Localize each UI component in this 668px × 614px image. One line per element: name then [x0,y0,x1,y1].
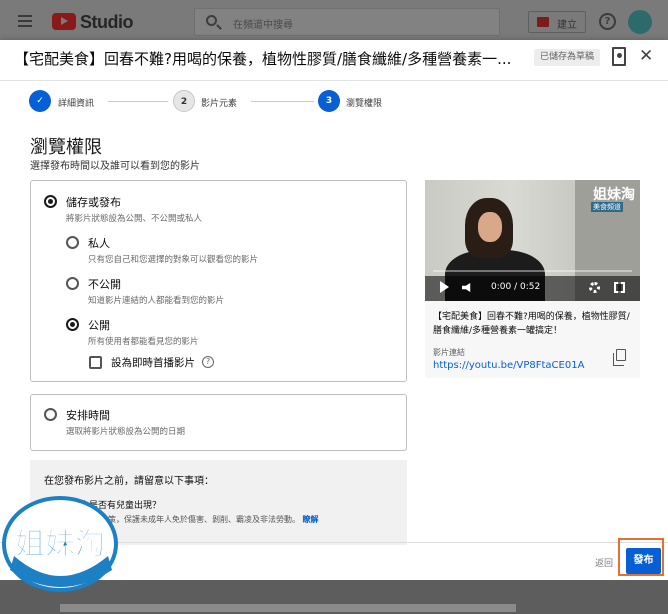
copy-icon[interactable] [613,349,626,366]
save-or-publish-label: 儲存或發布 [66,196,121,209]
radio-schedule[interactable] [44,408,57,421]
create-button[interactable]: 建立 [528,11,586,33]
video-link-label: 影片連結 [433,348,465,357]
create-label: 建立 [557,20,577,31]
menu-icon[interactable] [18,15,32,27]
fullscreen-icon[interactable] [614,282,625,293]
header-divider [0,80,668,81]
stepper-line [251,101,314,102]
step-elements-number[interactable]: 2 [173,90,195,112]
channel-search[interactable]: 在頻道中搜尋 [194,8,500,36]
step-details-label[interactable]: 詳細資訊 [58,96,94,109]
saved-draft-badge: 已儲存為草稿 [534,49,601,66]
step-visibility-number[interactable]: 3 [318,90,340,112]
youtube-logo-icon [52,13,76,30]
save-or-publish-card: 儲存或發布 將影片狀態設為公開、不公開或私人 私人 只有您自己和您選擇的對象可以… [30,180,407,382]
video-camera-icon [537,17,549,27]
private-desc: 只有您自己和您選擇的對象可以觀看您的影片 [88,255,259,265]
schedule-label: 安排時間 [66,409,110,422]
video-time: 0:00 / 0:52 [491,282,541,292]
radio-save-or-publish[interactable] [44,195,57,208]
radio-private[interactable] [66,236,79,249]
save-or-publish-desc: 將影片狀態設為公開、不公開或私人 [66,214,203,224]
copyright-alert-icon[interactable] [612,47,626,66]
notice-learn-more-link[interactable]: 瞭解 [303,515,319,524]
schedule-card: 安排時間 選取將影片狀態設為公開的日期 [30,394,407,451]
radio-unlisted[interactable] [66,277,79,290]
step-details-check-icon[interactable]: ✓ [29,90,51,112]
preview-video-title: 【宅配美食】回春不難?用喝的保養，植物性膠質/膳食纖維/多種營養素一罐搞定！ [433,312,630,336]
private-label: 私人 [88,237,110,250]
unlisted-desc: 知道影片連結的人都能看到您的影片 [88,296,225,306]
premiere-label: 設為即時首播影片 [111,357,195,369]
public-desc: 所有使用者都能看見您的影片 [88,337,199,347]
radio-public[interactable] [66,318,79,331]
close-icon[interactable]: ✕ [639,46,653,66]
search-icon [206,15,217,26]
stepper-line [108,101,168,102]
horizontal-scrollbar[interactable] [60,604,516,612]
play-icon[interactable] [440,281,449,293]
publish-button[interactable]: 發布 [626,548,661,574]
video-preview-card: 姐妹淘 美食頻道 0:00 / 0:52 【宅配美食】回春不難?用喝的保養，植物… [425,180,640,378]
watermark-text: 姐妹淘 [15,527,105,562]
search-placeholder: 在頻道中搜尋 [233,20,293,31]
studio-logo-text: Studio [80,12,134,32]
video-progress-bar[interactable] [433,270,632,272]
studio-header: Studio 在頻道中搜尋 建立 ? [0,0,668,44]
video-brand-mark: 姐妹淘 [593,187,635,203]
video-brand-sub: 美食頻道 [591,202,623,212]
step-elements-label[interactable]: 影片元素 [201,96,237,109]
video-link-url[interactable]: https://youtu.be/VP8FtaCE01A [433,360,584,371]
avatar[interactable] [628,10,652,34]
settings-gear-icon[interactable] [589,282,600,293]
help-icon[interactable]: ? [599,13,616,30]
schedule-desc: 選取將影片狀態設為公開的日期 [66,427,186,437]
unlisted-label: 不公開 [88,278,121,291]
video-person-face [478,212,502,242]
section-subtitle: 選擇發布時間以及誰可以看到您的影片 [30,161,200,172]
watermark-logo: 姐妹淘 [2,496,118,592]
premiere-checkbox[interactable] [89,356,102,369]
step-visibility-label[interactable]: 瀏覽權限 [346,96,382,109]
public-label: 公開 [88,319,110,332]
notice-title: 在您發布影片之前，請留意以下事項： [44,476,214,487]
dialog-title: 【宅配美食】回春不難?用喝的保養，植物性膠質/膳食纖維/多種營養素一... [14,50,512,68]
section-title: 瀏覽權限 [30,137,102,158]
back-button[interactable]: 返回 [595,556,613,569]
video-player[interactable]: 姐妹淘 美食頻道 0:00 / 0:52 [425,180,640,301]
premiere-help-icon[interactable]: ? [202,356,214,368]
